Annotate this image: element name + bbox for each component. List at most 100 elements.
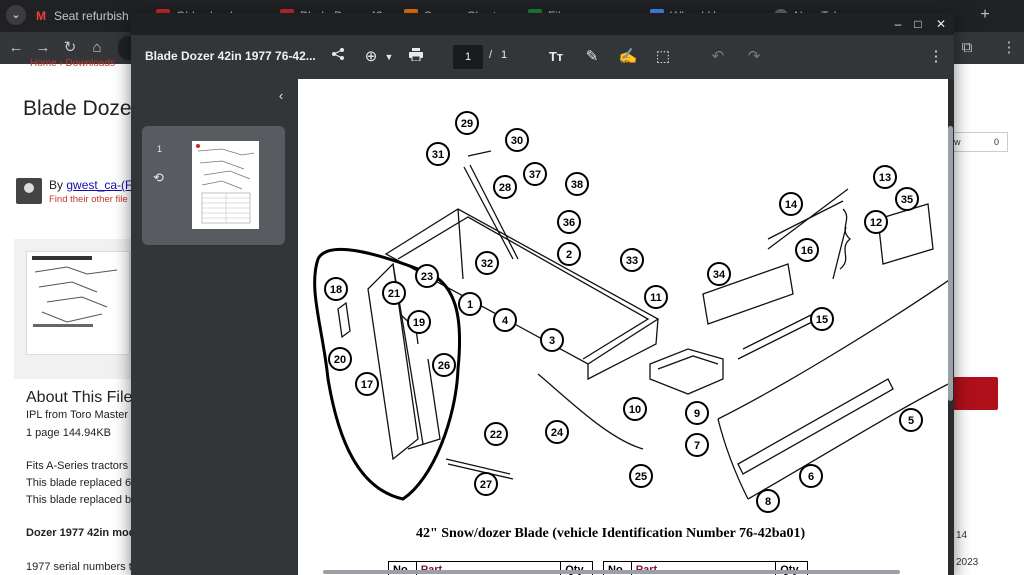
callout-6: 6 <box>799 464 823 488</box>
callout-29: 29 <box>455 111 479 135</box>
download-button[interactable] <box>953 377 998 410</box>
maximize-icon[interactable]: □ <box>909 15 927 33</box>
chevron-left-icon[interactable]: ‹ <box>272 87 290 105</box>
breadcrumb[interactable]: Home › Downloads <box>30 58 115 69</box>
rotate-icon[interactable]: ⟲ <box>153 170 164 186</box>
callout-32: 32 <box>475 251 499 275</box>
callout-31: 31 <box>426 142 450 166</box>
svg-text:20: 20 <box>334 354 346 366</box>
callout-18: 18 <box>324 277 348 301</box>
follow-count: 0 <box>993 137 999 147</box>
gmail-icon: M <box>36 9 46 23</box>
svg-text:34: 34 <box>713 269 726 281</box>
svg-text:5: 5 <box>908 415 914 427</box>
new-tab-button[interactable]: + <box>975 6 995 26</box>
svg-text:6: 6 <box>808 471 814 483</box>
callout-10: 10 <box>623 397 647 421</box>
about-text: IPL from Toro Master <box>26 409 129 421</box>
back-arrow-icon[interactable]: ← <box>6 38 26 58</box>
about-text: 1 page 144.94KB <box>26 427 112 439</box>
callout-12: 12 <box>864 210 888 234</box>
svg-text:10: 10 <box>629 404 641 416</box>
author-link[interactable]: gwest_ca-(F <box>66 178 132 192</box>
svg-text:14: 14 <box>785 199 798 211</box>
svg-text:8: 8 <box>765 496 771 508</box>
callout-38: 38 <box>565 172 589 196</box>
side-info-text: 2023 <box>956 557 979 568</box>
page-thumbnail-item[interactable]: 1 ⟲ <box>142 126 285 245</box>
document-title: Blade Dozer 42in 1977 76-42... <box>145 49 316 63</box>
callout-9: 9 <box>685 401 709 425</box>
svg-text:36: 36 <box>563 217 575 229</box>
share-icon[interactable] <box>327 46 349 68</box>
callout-37: 37 <box>523 162 547 186</box>
callout-21: 21 <box>382 281 406 305</box>
callout-3: 3 <box>540 328 564 352</box>
svg-text:37: 37 <box>529 169 541 181</box>
callout-26: 26 <box>432 353 456 377</box>
callout-2: 2 <box>557 242 581 266</box>
find-other-files-link[interactable]: Find their other file <box>49 194 128 205</box>
callout-11: 11 <box>644 285 668 309</box>
parts-diagram: 1234567891011121314151617181920212223242… <box>313 111 948 513</box>
callout-5: 5 <box>899 408 923 432</box>
avatar[interactable] <box>16 178 42 204</box>
pdf-viewer-window: – □ ✕ Blade Dozer 42in 1977 76-42... ⊕ ▼… <box>131 13 954 575</box>
svg-text:9: 9 <box>694 408 700 420</box>
pdf-toolbar: Blade Dozer 42in 1977 76-42... ⊕ ▼ 1 / 1… <box>131 35 954 79</box>
file-preview-thumbnail[interactable] <box>26 251 130 355</box>
callout-1: 1 <box>458 292 482 316</box>
by-label: By <box>49 178 64 192</box>
callout-22: 22 <box>484 422 508 446</box>
undo-icon[interactable]: ↶ <box>707 46 729 68</box>
tab-search-button[interactable]: ⌄ <box>6 5 26 25</box>
more-options-icon[interactable]: ⋮ <box>925 46 947 68</box>
svg-text:23: 23 <box>421 271 433 283</box>
redo-icon[interactable]: ↷ <box>743 46 765 68</box>
svg-text:32: 32 <box>481 258 493 270</box>
svg-text:21: 21 <box>388 288 400 300</box>
callout-8: 8 <box>756 489 780 513</box>
callout-14: 14 <box>779 192 803 216</box>
page-number-input[interactable]: 1 <box>453 45 483 69</box>
svg-text:24: 24 <box>551 427 564 439</box>
select-area-icon[interactable]: ⬚ <box>652 46 674 68</box>
reload-icon[interactable]: ↻ <box>60 38 80 58</box>
callout-17: 17 <box>355 372 379 396</box>
signature-icon[interactable]: ✍ <box>617 46 639 68</box>
close-icon[interactable]: ✕ <box>932 15 950 33</box>
svg-text:33: 33 <box>626 255 638 267</box>
svg-text:31: 31 <box>432 149 444 161</box>
chevron-down-icon[interactable]: ▼ <box>378 46 400 68</box>
svg-text:3: 3 <box>549 335 555 347</box>
svg-text:13: 13 <box>879 172 891 184</box>
page-separator: / <box>489 49 493 61</box>
pdf-page: 1 2 3 4 5 6 7 8 9 10 11 12 13 14 15 16 17 18 19 20 21 22 23 24 2… <box>298 79 948 575</box>
svg-text:26: 26 <box>438 360 450 372</box>
about-text: This blade replaced 6 <box>26 477 132 489</box>
svg-text:17: 17 <box>361 379 373 391</box>
svg-text:12: 12 <box>870 217 882 229</box>
author-line: By gwest_ca-(F <box>49 178 132 192</box>
svg-text:15: 15 <box>816 314 828 326</box>
callout-7: 7 <box>685 433 709 457</box>
minimize-icon[interactable]: – <box>889 15 907 33</box>
callout-34: 34 <box>707 262 731 286</box>
home-icon[interactable]: ⌂ <box>87 38 107 58</box>
svg-text:16: 16 <box>801 245 813 257</box>
svg-text:22: 22 <box>490 429 502 441</box>
callout-13: 13 <box>873 165 897 189</box>
text-icon[interactable]: Tт <box>545 46 567 68</box>
vertical-scrollbar[interactable] <box>948 126 953 401</box>
callout-16: 16 <box>795 238 819 262</box>
extensions-icon[interactable]: ⧉ <box>957 38 977 58</box>
horizontal-scrollbar[interactable] <box>323 570 900 574</box>
svg-text:7: 7 <box>694 440 700 452</box>
about-file-heading: About This File <box>26 389 133 406</box>
browser-menu-icon[interactable]: ⋮ <box>999 38 1019 58</box>
thumbnail-sidebar: ‹ 1 ⟲ <box>131 79 298 575</box>
draw-icon[interactable]: ✎ <box>581 46 603 68</box>
print-icon[interactable] <box>405 46 427 68</box>
callout-20: 20 <box>328 347 352 371</box>
forward-arrow-icon[interactable]: → <box>33 38 53 58</box>
